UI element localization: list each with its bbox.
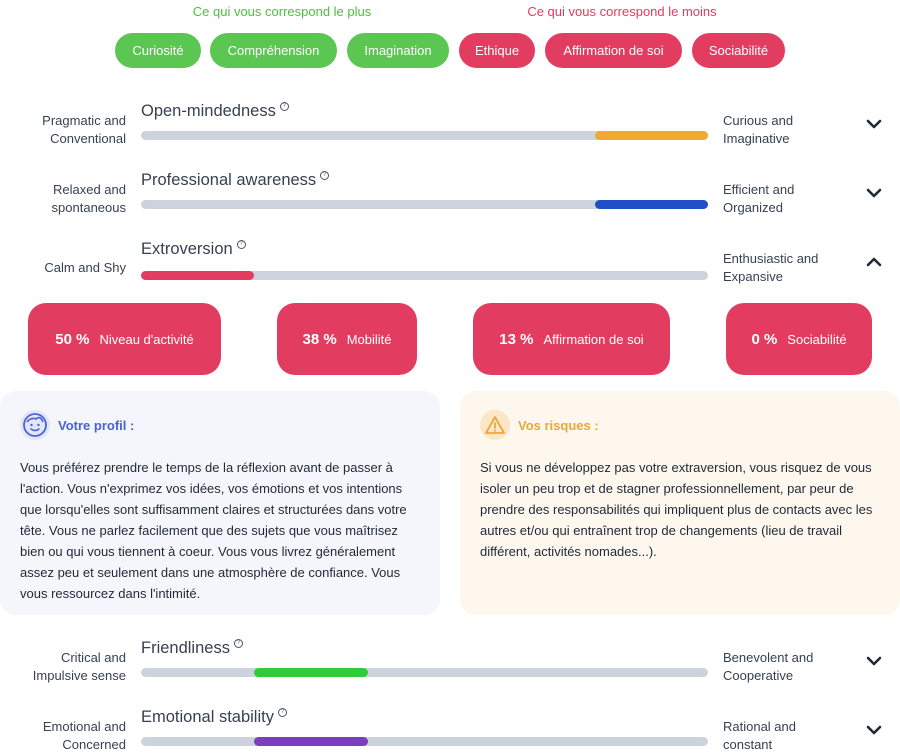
chevron-down-icon[interactable] (864, 651, 884, 671)
trait-title: Friendliness? (141, 639, 243, 658)
least-matching-label: Ce qui vous correspond le moins (527, 4, 717, 19)
trait-track (141, 131, 708, 140)
risks-card: Vos risques : Si vous ne développez pas … (460, 391, 900, 615)
stat-percent: 13 % (499, 330, 534, 348)
trait-high-label: Efficient and Organized (723, 182, 795, 215)
help-icon[interactable]: ? (320, 171, 330, 180)
trait-fill (141, 271, 255, 280)
trait-fill (254, 737, 368, 746)
chevron-down-icon[interactable] (864, 720, 884, 740)
trait-emotional-stability: Emotional and Concerned Emotional stabil… (0, 708, 900, 753)
help-icon[interactable]: ? (277, 708, 287, 717)
pill-affirmation[interactable]: Affirmation de soi (545, 33, 682, 68)
trait-low-label: Pragmatic and Conventional (42, 113, 126, 146)
stat-label: Sociabilité (787, 331, 847, 347)
trait-professional-awareness: Relaxed and spontaneous Professional awa… (0, 171, 900, 231)
trait-title: Emotional stability? (141, 708, 287, 727)
stat-label: Affirmation de soi (543, 331, 644, 347)
trait-low-label: Calm and Shy (44, 260, 126, 275)
face-icon (20, 410, 50, 440)
pill-comprehension[interactable]: Compréhension (210, 33, 337, 68)
chevron-up-icon[interactable] (864, 252, 884, 272)
stat-percent: 0 % (751, 330, 778, 348)
risks-card-header: Vos risques : (480, 409, 880, 441)
trait-friendliness: Critical and Impulsive sense Friendlines… (0, 639, 900, 699)
risks-card-text: Si vous ne développez pas votre extraver… (480, 460, 873, 559)
extroversion-subscores: 50 % Niveau d'activité 38 % Mobilité 13 % A… (0, 303, 900, 375)
trait-track (141, 271, 708, 280)
trait-high-label: Curious and Imaginative (723, 113, 794, 146)
trait-low-label: Critical and Impulsive sense (32, 650, 126, 683)
stat-sociabilite: 0 % Sociabilité (726, 303, 872, 375)
trait-open-mindedness: Pragmatic and Conventional Open-mindedne… (0, 102, 900, 162)
most-matching-label: Ce qui vous correspond le plus (192, 4, 372, 19)
trait-fill (594, 200, 708, 209)
trait-track (141, 668, 708, 677)
trait-extroversion: Calm and Shy Extroversion? Enthusiastic … (0, 240, 900, 300)
profile-card-header: Votre profil : (20, 409, 420, 441)
chevron-down-icon[interactable] (864, 183, 884, 203)
pill-curiosite[interactable]: Curiosité (115, 33, 201, 68)
pill-sociabilite[interactable]: Sociabilité (692, 33, 785, 68)
trait-low-label: Emotional and Concerned (42, 719, 126, 752)
trait-low-label: Relaxed and spontaneous (51, 182, 126, 215)
risks-card-title: Vos risques : (518, 417, 599, 433)
trait-high-label: Enthusiastic and Expansive (723, 251, 819, 284)
pill-ethique[interactable]: Ethique (459, 33, 535, 68)
trait-high-label: Benevolent and Cooperative (723, 650, 814, 683)
stat-percent: 38 % (302, 330, 337, 348)
help-icon[interactable]: ? (236, 240, 246, 249)
profile-card-title: Votre profil : (58, 417, 135, 433)
stat-mobilite: 38 % Mobilité (277, 303, 417, 375)
warning-icon (480, 410, 510, 440)
trait-high-label: Rational and constant (723, 719, 796, 752)
help-icon[interactable]: ? (279, 102, 289, 111)
trait-track (141, 200, 708, 209)
stat-percent: 50 % (55, 330, 90, 348)
trait-title: Professional awareness? (141, 171, 330, 190)
chevron-down-icon[interactable] (864, 114, 884, 134)
profile-card-text: Vous préférez prendre le temps de la réf… (20, 460, 407, 601)
trait-track (141, 737, 708, 746)
trait-fill (254, 668, 368, 677)
profile-card: Votre profil : Vous préférez prendre le … (0, 391, 440, 615)
stat-affirmation-de-soi: 13 % Affirmation de soi (473, 303, 670, 375)
pill-imagination[interactable]: Imagination (347, 33, 449, 68)
help-icon[interactable]: ? (233, 639, 243, 648)
stat-label: Niveau d'activité (99, 331, 194, 347)
trait-title: Open-mindedness? (141, 102, 289, 121)
trait-title: Extroversion? (141, 240, 246, 259)
stat-niveau-activite: 50 % Niveau d'activité (28, 303, 221, 375)
trait-fill (594, 131, 708, 140)
stat-label: Mobilité (346, 331, 392, 347)
